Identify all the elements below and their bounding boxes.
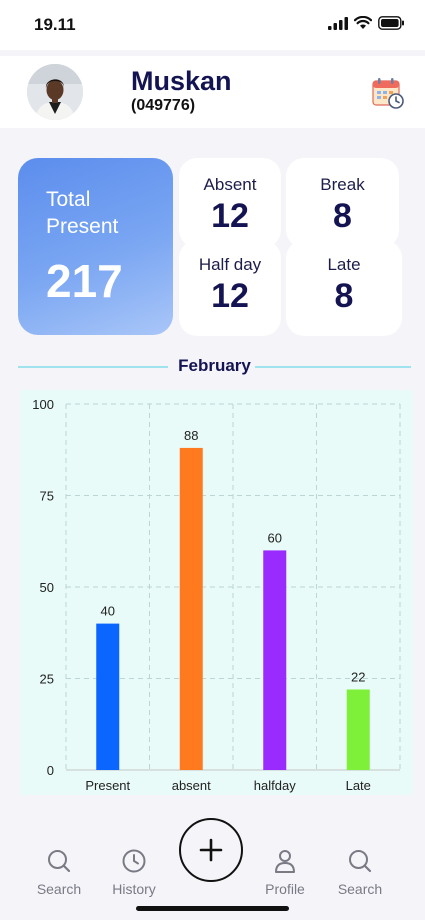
status-time: 19.11 <box>34 15 76 34</box>
bar-present <box>96 623 120 770</box>
search-icon <box>349 850 372 873</box>
wifi-icon <box>354 16 372 29</box>
half-day-card[interactable]: Half day 12 <box>179 240 281 336</box>
nav-profile[interactable]: Profile <box>250 848 320 897</box>
y-tick-label: 100 <box>32 397 54 412</box>
bar-absent <box>179 447 203 770</box>
month-label: February <box>174 356 255 375</box>
late-label: Late <box>327 255 361 274</box>
avatar[interactable] <box>27 64 83 120</box>
absent-value: 12 <box>211 197 249 235</box>
break-value: 8 <box>333 197 352 235</box>
nav-search-2[interactable]: Search <box>325 848 395 897</box>
month-divider: February <box>18 356 411 376</box>
data-label: 88 <box>184 428 198 443</box>
x-tick-label: Late <box>346 778 371 793</box>
data-label: 40 <box>101 604 115 619</box>
x-tick-label: Present <box>85 778 130 793</box>
calendar-clock-button[interactable] <box>371 76 405 110</box>
nav-history[interactable]: History <box>99 848 169 897</box>
absent-card[interactable]: Absent 12 <box>179 158 281 248</box>
user-name: Muskan <box>131 66 232 96</box>
user-avatar-icon <box>27 64 83 120</box>
status-bar: 19.11 <box>0 0 425 50</box>
total-present-card[interactable]: Total Present 217 <box>18 158 173 335</box>
bar-halfday <box>263 550 287 770</box>
nav-profile-label: Profile <box>265 881 305 897</box>
nav-search-label: Search <box>36 881 82 897</box>
search-icon <box>48 850 71 873</box>
profile-header: Muskan (049776) <box>0 56 425 128</box>
y-tick-label: 50 <box>40 580 54 595</box>
late-value: 8 <box>334 277 354 315</box>
attendance-chart: 0 25 50 75 100 40 Present 88 absent 60 halfday 22 La… <box>20 390 413 795</box>
y-tick-label: 25 <box>40 672 54 687</box>
nav-search-2-label: Search <box>337 881 383 897</box>
home-indicator <box>136 906 289 911</box>
month-label-wrap: February <box>18 356 411 376</box>
y-tick-label: 0 <box>47 763 54 778</box>
half-day-label: Half day <box>198 255 262 274</box>
y-tick-label: 75 <box>40 489 54 504</box>
late-card[interactable]: Late 8 <box>286 240 402 336</box>
signal-icon <box>328 16 348 30</box>
total-present-label: Total Present <box>46 188 119 238</box>
attendance-bar-chart: 0 25 50 75 100 40 Present 88 absent 60 halfday 22 La… <box>20 390 413 795</box>
nav-search[interactable]: Search <box>24 848 94 897</box>
data-label: 22 <box>351 669 365 684</box>
x-tick-label: halfday <box>254 778 296 793</box>
employee-id: (049776) <box>131 97 196 114</box>
calendar-clock-icon <box>372 78 404 109</box>
x-tick-label: absent <box>172 778 211 793</box>
status-icons <box>328 16 405 30</box>
add-button[interactable] <box>179 818 243 882</box>
clock-icon <box>122 849 146 873</box>
data-label: 60 <box>268 530 282 545</box>
bottom-nav: Search History Profile Search <box>0 812 425 920</box>
total-present-value: 217 <box>46 255 123 307</box>
break-card[interactable]: Break 8 <box>286 158 399 248</box>
battery-icon <box>378 16 404 30</box>
plus-icon <box>199 838 223 862</box>
bar-late <box>346 689 370 770</box>
break-label: Break <box>320 175 365 194</box>
user-icon <box>275 850 295 873</box>
absent-label: Absent <box>203 175 257 194</box>
nav-history-label: History <box>112 881 156 897</box>
half-day-value: 12 <box>211 277 249 315</box>
